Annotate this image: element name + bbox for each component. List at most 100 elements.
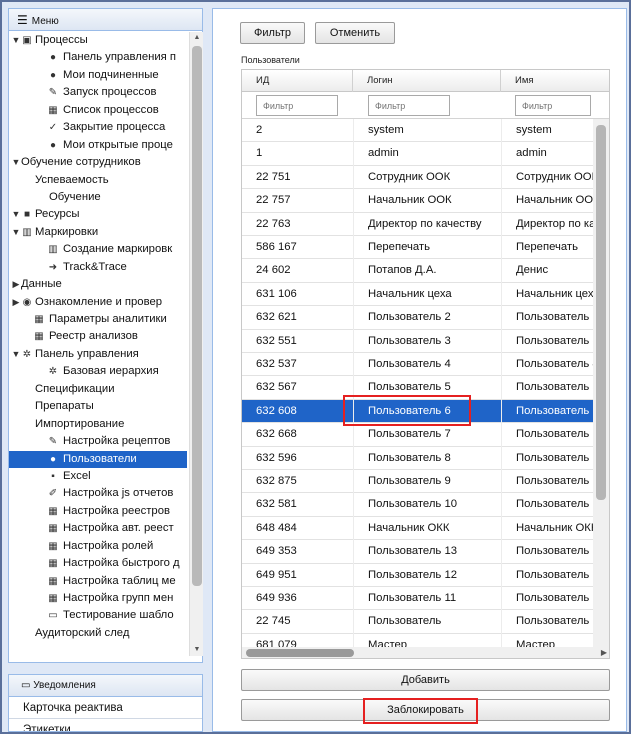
cell-login[interactable]: Пользователь 2 — [353, 306, 501, 330]
cell-id[interactable]: 24 602 — [242, 259, 353, 282]
table-row[interactable]: 22 751 Сотрудник ООК Сотрудник ООК — [242, 165, 593, 190]
menu-item[interactable]: ▥ Создание маркировк — [9, 241, 187, 258]
table-row[interactable]: 681 079 Мастер Мастер — [242, 633, 593, 647]
menu-item[interactable]: ▦ Реестр анализов — [9, 328, 187, 345]
column-header-login[interactable]: Логин — [353, 70, 501, 92]
cell-login[interactable]: Пользователь 4 — [353, 353, 501, 377]
cell-id[interactable]: 649 353 — [242, 540, 353, 563]
menu-item[interactable]: ▭ Тестирование шабло — [9, 607, 187, 624]
scroll-up-icon[interactable]: ▲ — [190, 32, 204, 44]
cell-login[interactable]: Пользователь 13 — [353, 540, 501, 564]
cell-login[interactable]: Пользователь 9 — [353, 470, 501, 494]
table-row[interactable]: 649 353Пользователь 13Пользователь 13 — [242, 540, 593, 564]
cell-login[interactable]: Пользователь 7 — [353, 423, 501, 447]
id-filter-input[interactable] — [256, 95, 338, 116]
cell-name[interactable]: Пользователь 11 — [501, 587, 593, 611]
table-row[interactable]: 632 668 Пользователь 7 Пользователь 7 — [242, 423, 593, 447]
grid-vertical-scrollbar[interactable] — [593, 119, 609, 647]
notifications-header[interactable]: ▭ Уведомления — [9, 675, 202, 697]
cell-name[interactable]: Пользователь 5 — [501, 376, 593, 400]
cell-login[interactable]: Директор по качеству — [353, 212, 501, 236]
cell-login[interactable]: Мастер — [353, 633, 501, 647]
cell-name[interactable]: Начальник цеха — [501, 282, 593, 307]
cell-id[interactable]: 1 — [242, 142, 353, 165]
table-row[interactable]: 648 484 Начальник ОКК Начальник ОКК — [242, 516, 593, 541]
cell-login[interactable]: admin — [353, 142, 501, 166]
cell-id[interactable]: 632 581 — [242, 493, 353, 516]
cell-login[interactable]: Пользователь 11 — [353, 587, 501, 611]
cell-login[interactable]: Пользователь 6 — [353, 399, 501, 424]
menu-item[interactable]: Импортирование — [9, 416, 187, 433]
cell-id[interactable]: 632 608 — [242, 400, 353, 423]
bottom-item-reagent-card[interactable]: Карточка реактива — [9, 697, 202, 719]
cell-id[interactable]: 2 — [242, 119, 353, 142]
menu-item[interactable]: ● Мои открытые проце — [9, 137, 187, 154]
menu-item[interactable]: ▶ Данные — [9, 276, 187, 293]
cell-id[interactable]: 649 936 — [242, 587, 353, 610]
cell-name[interactable]: Мастер — [501, 633, 593, 647]
cell-name[interactable]: Пользователь 8 — [501, 446, 593, 470]
menu-item[interactable]: ▦ Настройка авт. реест — [9, 520, 187, 537]
cell-name[interactable]: Перепечать — [501, 236, 593, 260]
table-row[interactable]: 2 system system — [242, 119, 593, 143]
cell-id[interactable]: 632 621 — [242, 306, 353, 329]
block-button[interactable]: Заблокировать — [241, 699, 610, 721]
cell-name[interactable]: Денис — [501, 259, 593, 283]
cell-id[interactable]: 681 079 — [242, 634, 353, 647]
menu-item[interactable]: Препараты — [9, 398, 187, 415]
table-row[interactable]: 22 745 Пользователь Пользователь — [242, 610, 593, 634]
table-row[interactable]: 632 551 Пользователь 3 Пользователь 3 — [242, 329, 593, 353]
menu-item[interactable]: ▦ Список процессов — [9, 102, 187, 119]
grid-vertical-scrollbar-thumb[interactable] — [596, 125, 606, 500]
scroll-right-icon[interactable]: ▶ — [601, 647, 607, 658]
cell-login[interactable]: Начальник ОКК — [353, 516, 501, 541]
cell-name[interactable]: Пользователь 6 — [501, 399, 593, 424]
menu-item[interactable]: ▦ Настройка групп мен — [9, 590, 187, 607]
cell-id[interactable]: 649 951 — [242, 564, 353, 587]
chevron-right-icon[interactable]: ▶ — [11, 276, 21, 293]
chevron-down-icon[interactable]: ▼ — [11, 206, 21, 223]
name-filter-input[interactable] — [515, 95, 591, 116]
menu-item[interactable]: ✓ Закрытие процесса — [9, 119, 187, 136]
scroll-down-icon[interactable]: ▼ — [190, 644, 204, 656]
filter-button[interactable]: Фильтр — [240, 22, 305, 44]
cell-name[interactable]: Начальник ОКК — [501, 516, 593, 541]
cell-name[interactable]: Пользователь 3 — [501, 329, 593, 353]
menu-item[interactable]: ▦ Параметры аналитики — [9, 311, 187, 328]
cell-id[interactable]: 632 875 — [242, 470, 353, 493]
menu-item[interactable]: Успеваемость — [9, 172, 187, 189]
table-row[interactable]: 586 167 Перепечать Перепечать — [242, 236, 593, 260]
grid-horizontal-scrollbar-thumb[interactable] — [246, 649, 354, 657]
cell-name[interactable]: admin — [501, 142, 593, 166]
bottom-item-labels[interactable]: Этикетки — [9, 719, 202, 731]
table-row[interactable]: 632 596 Пользователь 8 Пользователь 8 — [242, 446, 593, 470]
cell-id[interactable]: 632 551 — [242, 330, 353, 353]
chevron-down-icon[interactable]: ▼ — [11, 346, 21, 363]
cell-id[interactable]: 22 757 — [242, 189, 353, 212]
cell-id[interactable]: 632 668 — [242, 423, 353, 446]
table-row[interactable]: 1 admin admin — [242, 142, 593, 166]
cell-name[interactable]: Пользователь — [501, 610, 593, 634]
table-row[interactable]: 649 951Пользователь 12Пользователь 12 — [242, 563, 593, 587]
menu-item[interactable]: ● Пользователи — [9, 450, 187, 468]
cell-name[interactable]: Пользователь 13 — [501, 540, 593, 564]
menu-item[interactable]: Обучение — [9, 189, 187, 206]
cell-login[interactable]: Потапов Д.А. — [353, 259, 501, 283]
cell-login[interactable]: Сотрудник ООК — [353, 165, 501, 190]
cell-login[interactable]: Перепечать — [353, 236, 501, 260]
menu-item[interactable]: ▦ Настройка быстрого д — [9, 555, 187, 572]
cell-id[interactable]: 22 745 — [242, 610, 353, 633]
menu-item[interactable]: Спецификации — [9, 381, 187, 398]
cell-name[interactable]: Пользователь 9 — [501, 470, 593, 494]
table-row[interactable]: 631 106 Начальник цеха Начальник цеха — [242, 282, 593, 307]
column-header-name[interactable]: Имя — [501, 70, 609, 92]
cell-id[interactable]: 586 167 — [242, 236, 353, 259]
menu-item[interactable]: ▼ ✲ Панель управления — [9, 346, 187, 363]
menu-scrollbar[interactable]: ▲ ▼ — [189, 32, 203, 656]
table-row[interactable]: 24 602 Потапов Д.А. Денис — [242, 259, 593, 283]
grid-horizontal-scrollbar[interactable]: ▶ — [242, 647, 609, 658]
menu-header[interactable]: ☰ Меню — [9, 9, 202, 31]
table-row[interactable]: 632 581Пользователь 10Пользователь 10 — [242, 493, 593, 517]
cell-name[interactable]: Пользователь 10 — [501, 493, 593, 517]
chevron-down-icon[interactable]: ▼ — [11, 224, 21, 241]
